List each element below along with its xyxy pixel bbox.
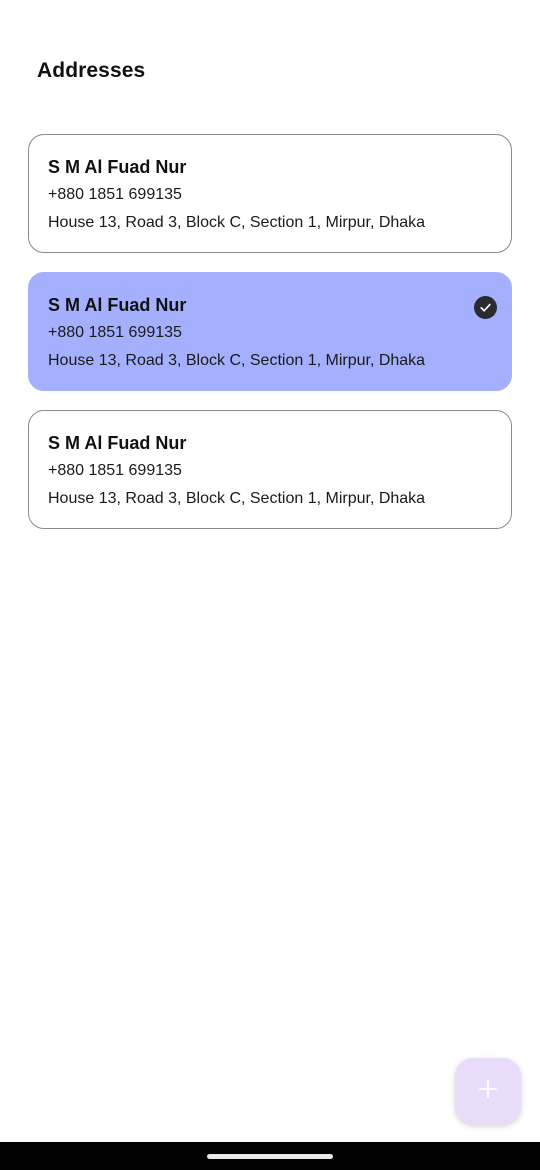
address-name: S M Al Fuad Nur xyxy=(48,157,187,177)
system-navigation-bar xyxy=(0,1142,540,1170)
address-card[interactable]: S M Al Fuad Nur +880 1851 699135 House 1… xyxy=(28,134,512,253)
address-name: S M Al Fuad Nur xyxy=(48,433,187,453)
add-address-button[interactable] xyxy=(455,1058,521,1124)
address-list: S M Al Fuad Nur +880 1851 699135 House 1… xyxy=(28,134,512,548)
address-phone: +880 1851 699135 xyxy=(48,324,182,341)
home-indicator[interactable] xyxy=(207,1154,333,1159)
address-card-selected[interactable]: S M Al Fuad Nur +880 1851 699135 House 1… xyxy=(28,272,512,391)
page-title: Addresses xyxy=(37,59,146,82)
address-phone: +880 1851 699135 xyxy=(48,186,182,203)
address-phone: +880 1851 699135 xyxy=(48,462,182,479)
plus-icon xyxy=(478,1079,498,1104)
address-card[interactable]: S M Al Fuad Nur +880 1851 699135 House 1… xyxy=(28,410,512,529)
address-line: House 13, Road 3, Block C, Section 1, Mi… xyxy=(48,490,426,507)
address-line: House 13, Road 3, Block C, Section 1, Mi… xyxy=(48,214,426,231)
address-line: House 13, Road 3, Block C, Section 1, Mi… xyxy=(48,352,426,369)
check-circle-icon xyxy=(474,296,497,319)
address-name: S M Al Fuad Nur xyxy=(48,295,187,315)
